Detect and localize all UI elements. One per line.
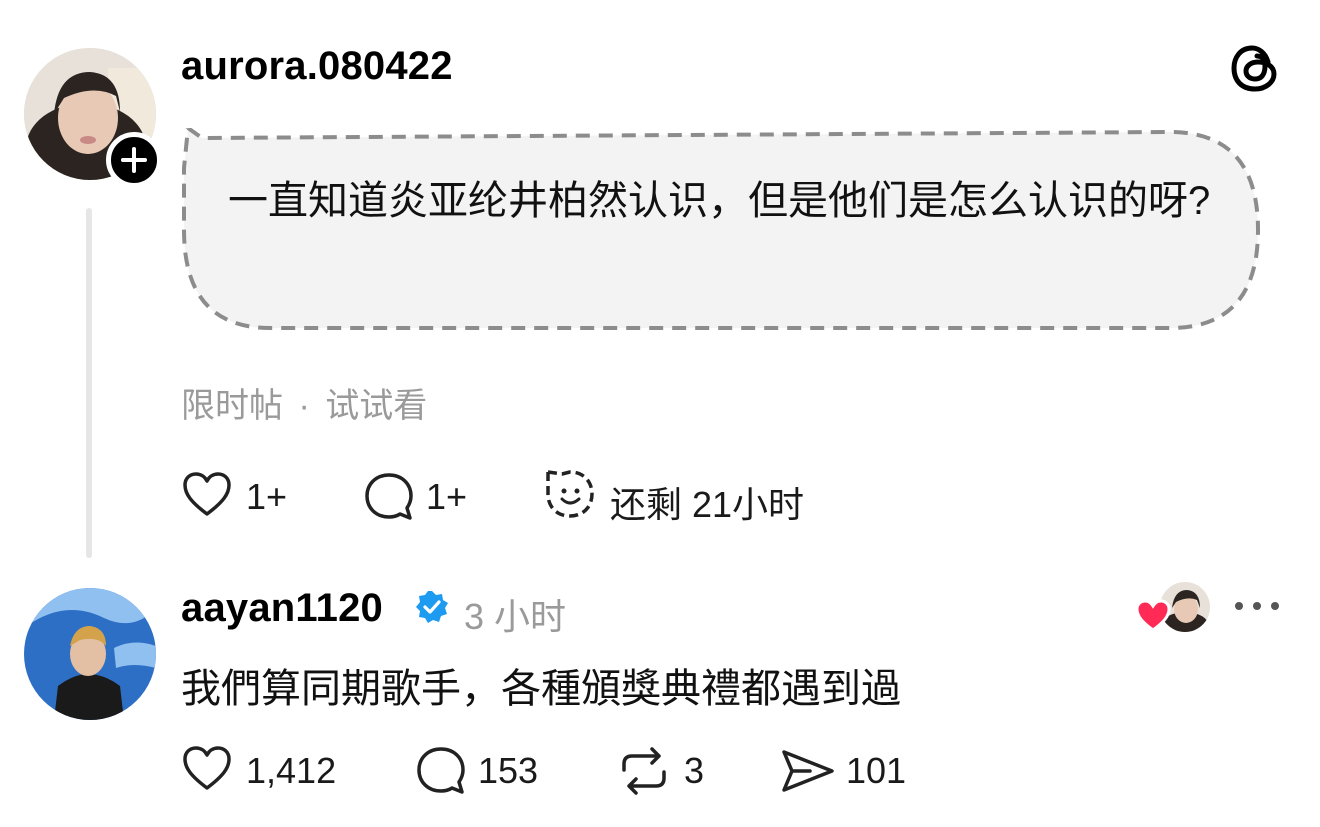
reply-like-count: 1,412 bbox=[246, 750, 337, 791]
share-icon[interactable] bbox=[780, 746, 836, 796]
avatar-photo bbox=[24, 588, 156, 720]
repost-icon[interactable] bbox=[616, 744, 672, 798]
ephemeral-post-label: 限时帖 bbox=[181, 387, 283, 425]
heart-badge-icon bbox=[1134, 598, 1172, 634]
reply-author-avatar[interactable] bbox=[24, 588, 156, 720]
thread-connector-line bbox=[86, 208, 92, 558]
time-remaining: 还剩 21小时 bbox=[610, 484, 805, 525]
post-username[interactable]: aurora.080422 bbox=[181, 44, 453, 89]
threads-logo-icon[interactable] bbox=[1228, 40, 1284, 96]
post-like-count: 1+ bbox=[246, 476, 288, 517]
reply-text: 我們算同期歌手，各種頒獎典禮都遇到過 bbox=[181, 667, 901, 711]
reply-share-count: 101 bbox=[846, 750, 907, 791]
try-it-link[interactable]: 试试看 bbox=[325, 387, 427, 425]
verified-badge-icon bbox=[414, 589, 450, 625]
reply-username[interactable]: aayan1120 bbox=[181, 586, 383, 631]
smiley-timer-icon bbox=[542, 466, 598, 522]
follow-plus-icon[interactable] bbox=[106, 132, 162, 188]
post-meta: 限时帖 · 试试看 bbox=[181, 378, 427, 427]
reply-icon[interactable] bbox=[362, 470, 416, 524]
heart-icon[interactable] bbox=[181, 744, 233, 794]
heart-icon[interactable] bbox=[181, 470, 233, 520]
post-message-text: 一直知道炎亚纶井柏然认识，但是他们是怎么认识的呀? bbox=[228, 179, 1211, 223]
reply-repost-count: 3 bbox=[684, 750, 705, 791]
reply-icon[interactable] bbox=[414, 744, 468, 798]
reply-reply-count: 153 bbox=[478, 750, 539, 791]
meta-separator: · bbox=[298, 387, 310, 425]
reply-time: 3 小时 bbox=[464, 596, 567, 637]
more-icon[interactable] bbox=[1232, 596, 1282, 616]
post-reply-count: 1+ bbox=[426, 476, 468, 517]
post-message-bubble[interactable]: 一直知道炎亚纶井柏然认识，但是他们是怎么认识的呀? bbox=[180, 128, 1260, 332]
